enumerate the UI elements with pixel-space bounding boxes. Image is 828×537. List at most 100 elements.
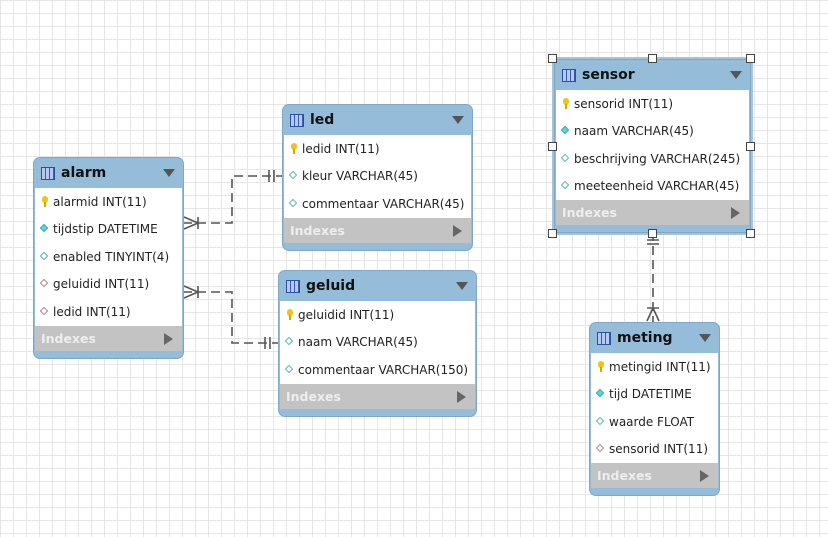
column-icon	[561, 153, 571, 165]
table-icon	[41, 166, 55, 180]
table-name: meting	[617, 330, 673, 346]
table-meting[interactable]: meting metingid INT(11) tijd DATETIME waar…	[589, 322, 720, 496]
column-label: enabled TINYINT(4)	[53, 249, 170, 264]
column-label: kleur VARCHAR(45)	[302, 169, 418, 184]
resize-handle[interactable]	[746, 142, 755, 151]
resize-handle[interactable]	[746, 54, 755, 63]
resize-handle[interactable]	[648, 229, 657, 238]
column-row[interactable]: tijdstip DATETIME	[35, 216, 182, 244]
column-label: beschrijving VARCHAR(245)	[574, 151, 741, 166]
column-label: geluidid INT(11)	[53, 277, 150, 292]
table-icon	[562, 68, 576, 82]
column-icon	[289, 170, 299, 182]
table-alarm[interactable]: alarm alarmid INT(11) tijdstip DATETIME en…	[33, 157, 184, 359]
primary-key-icon	[596, 360, 606, 373]
column-icon	[289, 198, 299, 210]
table-led[interactable]: led ledid INT(11) kleur VARCHAR(45) commen…	[282, 104, 473, 251]
column-row[interactable]: commentaar VARCHAR(45)	[284, 190, 471, 218]
column-row[interactable]: kleur VARCHAR(45)	[284, 163, 471, 191]
column-icon	[596, 416, 606, 428]
table-name: led	[310, 112, 335, 128]
indexes-section[interactable]: Indexes	[284, 217, 471, 243]
column-icon	[285, 364, 295, 376]
indexes-label: Indexes	[562, 205, 617, 220]
primary-key-icon	[40, 195, 50, 208]
column-row[interactable]: naam VARCHAR(45)	[556, 118, 749, 146]
column-row[interactable]: beschrijving VARCHAR(245)	[556, 145, 749, 173]
column-label: ledid INT(11)	[53, 304, 131, 319]
expand-arrow-icon[interactable]	[457, 390, 466, 403]
column-icon	[285, 336, 295, 348]
column-row[interactable]: geluidid INT(11)	[35, 271, 182, 299]
column-label: metingid INT(11)	[609, 359, 711, 374]
column-row[interactable]: naam VARCHAR(45)	[280, 329, 475, 357]
expand-arrow-icon[interactable]	[700, 470, 709, 482]
expand-arrow-icon[interactable]	[731, 207, 740, 219]
column-label: waarde FLOAT	[609, 414, 695, 429]
resize-handle[interactable]	[548, 229, 557, 238]
indexes-section[interactable]: Indexes	[35, 325, 182, 351]
table-name: sensor	[582, 67, 635, 83]
resize-handle[interactable]	[746, 229, 755, 238]
table-header[interactable]: sensor	[555, 60, 750, 90]
column-row[interactable]: ledid INT(11)	[284, 135, 471, 163]
relationship-alarm-led[interactable]	[183, 175, 282, 224]
column-row[interactable]: commentaar VARCHAR(150)	[280, 356, 475, 384]
table-geluid[interactable]: geluid geluidid INT(11) naam VARCHAR(45) c…	[278, 270, 477, 417]
indexes-section[interactable]: Indexes	[591, 463, 718, 488]
indexes-label: Indexes	[290, 222, 345, 238]
column-row[interactable]: sensorid INT(11)	[556, 90, 749, 118]
collapse-arrow-icon[interactable]	[452, 116, 464, 124]
not-null-column-icon	[40, 223, 50, 235]
relationship-alarm-geluid[interactable]	[183, 291, 278, 344]
indexes-label: Indexes	[597, 468, 652, 483]
column-row[interactable]: tijd DATETIME	[591, 381, 718, 409]
not-null-column-icon	[596, 388, 606, 400]
primary-key-icon	[289, 142, 299, 155]
indexes-section[interactable]: Indexes	[556, 200, 749, 225]
column-label: alarmid INT(11)	[53, 194, 147, 209]
table-name: alarm	[61, 165, 107, 181]
table-header[interactable]: meting	[590, 323, 719, 353]
table-name: geluid	[306, 278, 356, 294]
collapse-arrow-icon[interactable]	[163, 169, 175, 177]
resize-handle[interactable]	[548, 142, 557, 151]
column-row[interactable]: geluidid INT(11)	[280, 301, 475, 329]
collapse-arrow-icon[interactable]	[456, 282, 468, 290]
column-icon	[40, 251, 50, 263]
indexes-label: Indexes	[286, 388, 341, 404]
table-icon	[286, 279, 300, 293]
table-header[interactable]: alarm	[34, 158, 183, 188]
table-header[interactable]: led	[283, 105, 472, 135]
column-label: sensorid INT(11)	[574, 96, 674, 111]
column-label: geluidid INT(11)	[298, 307, 395, 322]
table-sensor[interactable]: sensor sensorid INT(11) naam VARCHAR(45) b…	[552, 57, 753, 235]
column-icon	[561, 180, 571, 192]
column-label: meeteenheid VARCHAR(45)	[574, 179, 740, 194]
primary-key-icon	[561, 97, 571, 110]
collapse-arrow-icon[interactable]	[730, 71, 742, 79]
resize-handle[interactable]	[548, 54, 557, 63]
foreign-key-icon	[40, 278, 50, 290]
expand-arrow-icon[interactable]	[453, 224, 462, 237]
collapse-arrow-icon[interactable]	[699, 334, 711, 342]
column-label: ledid INT(11)	[302, 141, 380, 156]
column-label: naam VARCHAR(45)	[298, 335, 418, 350]
column-row[interactable]: ledid INT(11)	[35, 298, 182, 326]
indexes-label: Indexes	[41, 330, 96, 346]
column-row[interactable]: meeteenheid VARCHAR(45)	[556, 173, 749, 201]
column-row[interactable]: waarde FLOAT	[591, 408, 718, 436]
table-header[interactable]: geluid	[279, 271, 476, 301]
resize-handle[interactable]	[648, 54, 657, 63]
expand-arrow-icon[interactable]	[164, 332, 173, 345]
column-row[interactable]: sensorid INT(11)	[591, 436, 718, 464]
indexes-section[interactable]: Indexes	[280, 383, 475, 409]
column-row[interactable]: metingid INT(11)	[591, 353, 718, 381]
foreign-key-icon	[40, 306, 50, 318]
foreign-key-icon	[596, 443, 606, 455]
column-row[interactable]: enabled TINYINT(4)	[35, 243, 182, 271]
column-row[interactable]: alarmid INT(11)	[35, 188, 182, 216]
table-icon	[290, 113, 304, 127]
column-label: tijdstip DATETIME	[53, 222, 158, 237]
column-label: tijd DATETIME	[609, 387, 692, 402]
